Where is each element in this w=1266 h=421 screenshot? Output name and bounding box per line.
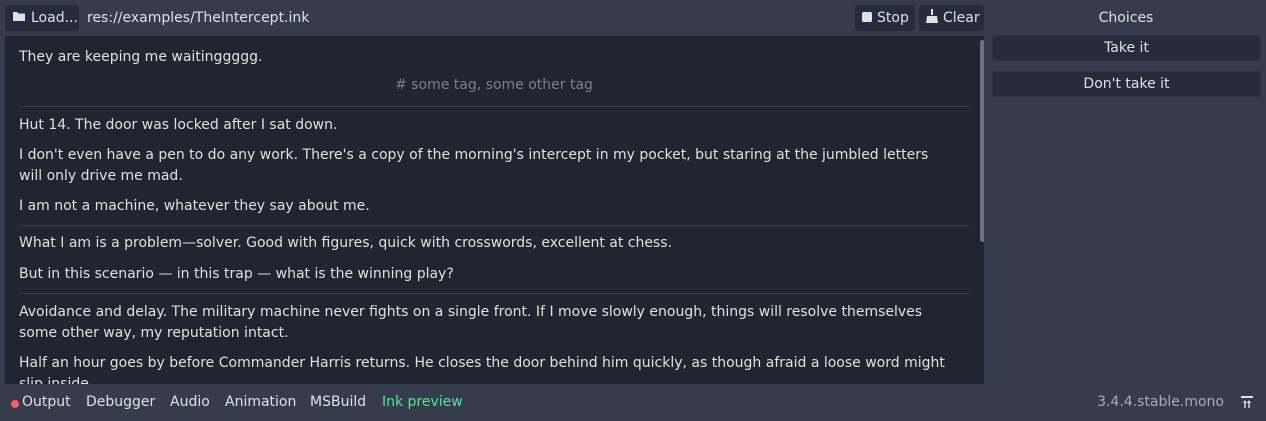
broom-icon	[926, 9, 938, 27]
choice-button-take-it[interactable]: Take it	[992, 35, 1261, 61]
stop-label: Stop	[877, 10, 909, 26]
folder-icon	[12, 10, 26, 26]
story-paragraph: But in this scenario — in this trap — wh…	[19, 266, 454, 282]
tab-ink-preview[interactable]: Ink preview	[382, 394, 463, 410]
story-paragraph: Hut 14. The door was locked after I sat …	[19, 117, 338, 133]
story-panel[interactable]: They are keeping me waitinggggg. # some …	[5, 36, 984, 384]
stop-button[interactable]: Stop	[855, 5, 915, 31]
story-paragraph: Half an hour goes by before Commander Ha…	[19, 355, 945, 384]
file-path: res://examples/TheIntercept.ink	[87, 10, 310, 26]
error-dot-icon	[11, 400, 19, 408]
story-paragraph: I am not a machine, whatever they say ab…	[19, 198, 370, 214]
choices-title: Choices	[1098, 10, 1154, 26]
tab-output[interactable]: Output	[22, 394, 71, 410]
load-button[interactable]: Load...	[5, 5, 79, 31]
expand-panel-icon[interactable]	[1240, 395, 1254, 413]
version-label: 3.4.4.stable.mono	[1097, 394, 1224, 410]
stop-icon	[862, 10, 872, 26]
tab-audio[interactable]: Audio	[170, 394, 210, 410]
story-paragraph: Avoidance and delay. The military machin…	[19, 304, 923, 341]
block-separator	[19, 293, 969, 294]
choice-button-dont-take-it[interactable]: Don't take it	[992, 71, 1261, 97]
clear-button[interactable]: Clear	[919, 5, 984, 31]
story-tags: # some tag, some other tag	[395, 77, 593, 93]
bottom-panel-bar: Output Debugger Audio Animation MSBuild …	[0, 386, 1266, 421]
vertical-scrollbar[interactable]	[980, 40, 984, 242]
tab-msbuild[interactable]: MSBuild	[310, 394, 366, 410]
story-paragraph: What I am is a problem—solver. Good with…	[19, 235, 673, 251]
block-separator	[19, 106, 969, 107]
story-paragraph: They are keeping me waitinggggg.	[19, 49, 263, 65]
story-paragraph: I don't even have a pen to do any work. …	[19, 147, 929, 184]
tab-animation[interactable]: Animation	[225, 394, 296, 410]
block-separator	[19, 225, 969, 226]
clear-label: Clear	[943, 10, 980, 26]
tab-debugger[interactable]: Debugger	[86, 394, 155, 410]
load-label: Load...	[31, 10, 78, 26]
